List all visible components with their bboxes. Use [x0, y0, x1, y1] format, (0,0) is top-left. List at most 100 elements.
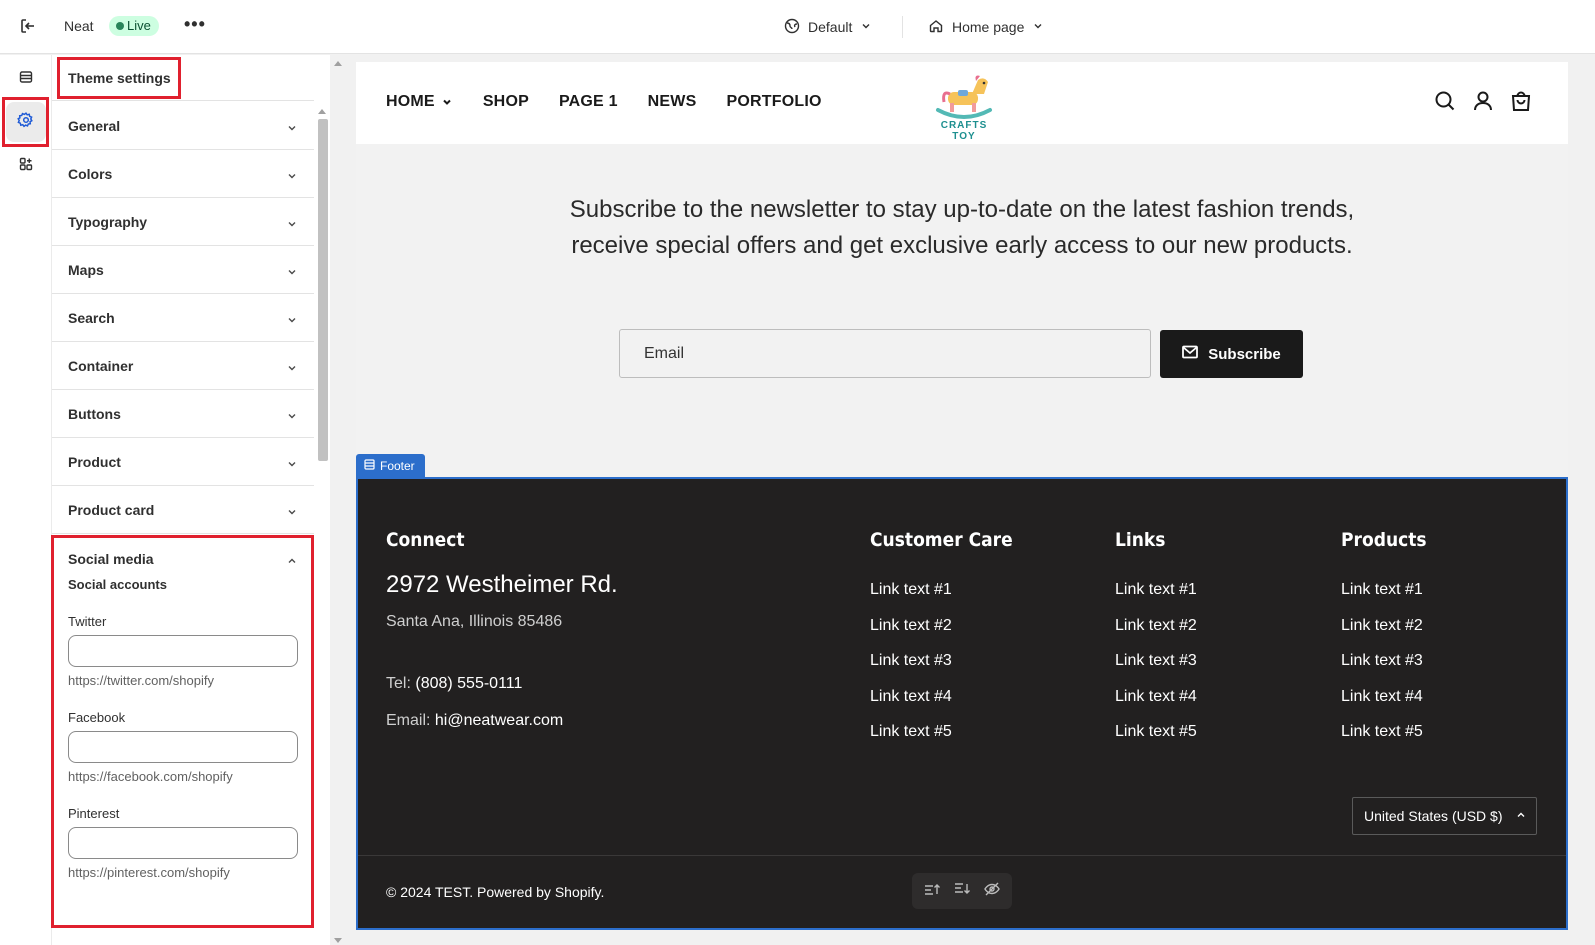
footer-link[interactable]: Link text #4: [1341, 687, 1423, 723]
footer-link[interactable]: Link text #1: [870, 580, 952, 616]
more-actions-button[interactable]: •••: [184, 14, 206, 35]
sections-icon: [18, 69, 34, 90]
footer-divider: [358, 855, 1566, 856]
footer-link[interactable]: Link text #1: [1341, 580, 1423, 616]
social-media-header[interactable]: Social media: [52, 535, 314, 583]
chevron-down-icon: [286, 121, 298, 137]
footer-link[interactable]: Link text #5: [870, 722, 952, 758]
sections-button[interactable]: [6, 59, 46, 99]
settings-section-buttons[interactable]: Buttons: [52, 390, 314, 438]
settings-section-colors[interactable]: Colors: [52, 150, 314, 198]
subscribe-button[interactable]: Subscribe: [1160, 330, 1303, 378]
footer-link[interactable]: Link text #2: [1115, 616, 1197, 652]
settings-section-general[interactable]: General: [52, 102, 314, 150]
footer-link[interactable]: Link text #4: [870, 687, 952, 723]
logo-text: CRAFTS TOY: [940, 120, 988, 142]
move-up-icon[interactable]: [924, 882, 940, 901]
footer-column-title: Products: [1341, 529, 1427, 551]
exit-icon[interactable]: [18, 16, 40, 38]
store-logo[interactable]: CRAFTS TOY: [928, 72, 1000, 142]
footer-link-list: Link text #1 Link text #2 Link text #3 Link…: [870, 580, 952, 758]
live-badge: Live: [109, 16, 159, 36]
main-navigation: HOME SHOP PAGE 1 NEWS PORTFOLIO: [386, 93, 822, 111]
footer-link-list: Link text #1 Link text #2 Link text #3 Link…: [1341, 580, 1423, 758]
apps-button[interactable]: [6, 146, 46, 186]
pinterest-label: Pinterest: [68, 806, 120, 821]
nav-item-label: PORTFOLIO: [726, 93, 822, 110]
settings-section-label: Container: [68, 357, 134, 374]
nav-item-shop[interactable]: SHOP: [483, 93, 529, 111]
email-label: Email:: [386, 712, 431, 729]
email-value[interactable]: hi@neatwear.com: [435, 712, 563, 729]
account-icon[interactable]: [1472, 90, 1494, 117]
settings-section-label: Typography: [68, 213, 148, 230]
settings-section-search[interactable]: Search: [52, 294, 314, 342]
search-icon[interactable]: [1434, 90, 1456, 117]
settings-section-product-card[interactable]: Product card: [52, 486, 314, 534]
panel-scrollbar[interactable]: [314, 103, 330, 945]
cart-icon[interactable]: [1510, 90, 1532, 117]
pinterest-input[interactable]: [68, 827, 298, 859]
section-icon: [364, 454, 375, 478]
newsletter-text: Subscribe to the newsletter to stay up-t…: [569, 196, 1355, 259]
page-selector[interactable]: Home page: [928, 16, 1044, 38]
footer-link[interactable]: Link text #1: [1115, 580, 1197, 616]
settings-section-maps[interactable]: Maps: [52, 246, 314, 294]
facebook-input[interactable]: [68, 731, 298, 763]
scroll-down-arrow[interactable]: [334, 938, 342, 943]
theme-selector[interactable]: Default: [784, 16, 872, 38]
settings-section-typography[interactable]: Typography: [52, 198, 314, 246]
footer-link[interactable]: Link text #3: [870, 651, 952, 687]
nav-item-label: HOME: [386, 93, 435, 110]
settings-section-product[interactable]: Product: [52, 438, 314, 486]
settings-section-container[interactable]: Container: [52, 342, 314, 390]
theme-settings-button[interactable]: [6, 102, 46, 142]
copyright-text: © 2024 TEST. Powered by Shopify.: [386, 884, 605, 900]
footer: Connect 2972 Westheimer Rd. Santa Ana, I…: [356, 477, 1568, 930]
nav-item-home[interactable]: HOME: [386, 93, 453, 111]
footer-link[interactable]: Link text #2: [1341, 616, 1423, 652]
settings-section-label: Buttons: [68, 405, 121, 422]
gear-icon: [17, 111, 35, 134]
apps-icon: [18, 156, 34, 177]
footer-link[interactable]: Link text #4: [1115, 687, 1197, 723]
currency-selector[interactable]: United States (USD $): [1352, 797, 1537, 835]
footer-link[interactable]: Link text #3: [1341, 651, 1423, 687]
page-selector-label: Home page: [952, 19, 1025, 35]
settings-section-label: General: [68, 117, 121, 134]
scrollbar-thumb[interactable]: [318, 119, 328, 461]
hide-icon[interactable]: [984, 882, 1000, 901]
outer-scrollbar[interactable]: [330, 55, 346, 945]
nav-item-news[interactable]: NEWS: [648, 93, 697, 111]
nav-item-portfolio[interactable]: PORTFOLIO: [726, 93, 821, 111]
currency-label: United States (USD $): [1364, 808, 1503, 824]
chevron-down-icon: [286, 361, 298, 377]
twitter-input[interactable]: [68, 635, 298, 667]
scroll-up-arrow[interactable]: [318, 109, 326, 114]
newsletter-email-input[interactable]: Email: [619, 329, 1151, 378]
chevron-down-icon: [286, 313, 298, 329]
nav-item-label: SHOP: [482, 93, 529, 110]
footer-connect-title: Connect: [386, 529, 465, 551]
panel-header: Theme settings: [52, 55, 314, 101]
chevron-down-icon: [286, 457, 298, 473]
scroll-up-arrow[interactable]: [334, 61, 342, 66]
footer-email: Email: hi@neatwear.com: [386, 712, 563, 730]
footer-link[interactable]: Link text #3: [1115, 651, 1197, 687]
left-rail: [0, 55, 52, 945]
move-down-icon[interactable]: [954, 882, 970, 901]
footer-tag-label: Footer: [380, 459, 415, 473]
chevron-down-icon: [286, 265, 298, 281]
footer-section-tag[interactable]: Footer: [356, 454, 425, 478]
chevron-down-icon: [286, 409, 298, 425]
store-name: Neat: [64, 18, 94, 34]
nav-item-page-1[interactable]: PAGE 1: [559, 93, 618, 111]
footer-link[interactable]: Link text #5: [1115, 722, 1197, 758]
footer-link[interactable]: Link text #2: [870, 616, 952, 652]
tel-value[interactable]: (808) 555-0111: [415, 675, 522, 692]
footer-address-line1: 2972 Westheimer Rd.: [386, 571, 618, 598]
chevron-down-icon: [286, 505, 298, 521]
footer-link[interactable]: Link text #5: [1341, 722, 1423, 758]
section-toolbar: [912, 873, 1012, 909]
nav-item-label: PAGE 1: [558, 93, 618, 110]
